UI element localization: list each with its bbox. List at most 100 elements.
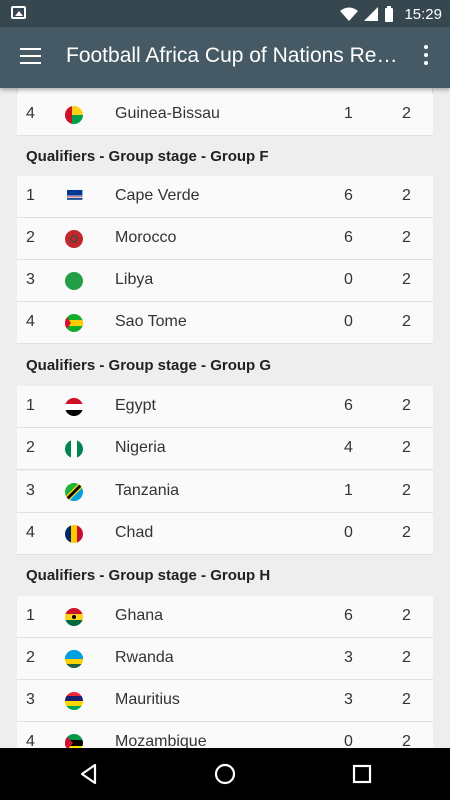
chad-flag-icon xyxy=(65,525,83,543)
battery-icon xyxy=(385,6,394,22)
status-bar: 15:29 xyxy=(0,0,450,27)
morocco-flag-icon xyxy=(65,230,83,248)
back-icon[interactable] xyxy=(75,760,103,788)
table-row[interactable]: 4 Guinea-Bissau 1 2 xyxy=(17,94,433,136)
points: 1 xyxy=(344,105,353,122)
table-row[interactable]: 4 Sao Tome 0 2 xyxy=(17,302,433,344)
recents-icon[interactable] xyxy=(348,760,376,788)
team-name: Egypt xyxy=(115,397,156,414)
team-name: Mauritius xyxy=(115,691,180,708)
team-name: Ghana xyxy=(115,607,164,624)
overflow-menu-icon[interactable] xyxy=(416,45,436,69)
tanzania-flag-icon xyxy=(65,483,83,501)
played: 2 xyxy=(402,733,411,748)
guinea-bissau-flag-icon xyxy=(65,106,83,124)
team-name: Nigeria xyxy=(115,439,166,456)
played: 2 xyxy=(402,229,411,246)
played: 2 xyxy=(402,271,411,288)
points: 3 xyxy=(344,691,353,708)
played: 2 xyxy=(402,187,411,204)
table-row[interactable]: 2 Morocco 6 2 xyxy=(17,218,433,260)
position: 4 xyxy=(26,733,35,748)
position: 1 xyxy=(26,607,35,624)
points: 3 xyxy=(344,649,353,666)
rwanda-flag-icon xyxy=(65,650,83,668)
cape-verde-flag-icon xyxy=(67,190,83,200)
points: 4 xyxy=(344,439,353,456)
team-name: Rwanda xyxy=(115,649,174,666)
played: 2 xyxy=(402,105,411,122)
table-row[interactable]: 1 Ghana 6 2 xyxy=(17,596,433,638)
position: 4 xyxy=(26,105,35,122)
position: 2 xyxy=(26,649,35,666)
group-header: Qualifiers - Group stage - Group H xyxy=(17,555,433,597)
played: 2 xyxy=(402,524,411,541)
team-name: Sao Tome xyxy=(115,313,187,330)
table-row[interactable]: 3 Libya 0 2 xyxy=(17,260,433,302)
played: 2 xyxy=(402,397,411,414)
mauritius-flag-icon xyxy=(65,692,83,710)
points: 0 xyxy=(344,733,353,748)
table-row[interactable]: 1 Cape Verde 6 2 xyxy=(17,176,433,218)
position: 1 xyxy=(26,187,35,204)
group-header: Qualifiers - Group stage - Group F xyxy=(17,136,433,178)
position: 1 xyxy=(26,397,35,414)
libya-flag-icon xyxy=(65,272,83,290)
navigation-bar xyxy=(0,748,450,800)
points: 1 xyxy=(344,482,353,499)
system-icons: 15:29 xyxy=(340,4,442,24)
position: 4 xyxy=(26,313,35,330)
position: 2 xyxy=(26,229,35,246)
table-row[interactable]: 1 Egypt 6 2 xyxy=(17,386,433,428)
team-name: Guinea-Bissau xyxy=(115,105,220,122)
position: 2 xyxy=(26,439,35,456)
played: 2 xyxy=(402,482,411,499)
position: 4 xyxy=(26,524,35,541)
group-header: Qualifiers - Group stage - Group G xyxy=(17,345,433,387)
points: 6 xyxy=(344,187,353,204)
position: 3 xyxy=(26,482,35,499)
played: 2 xyxy=(402,691,411,708)
standings-list[interactable]: 4 Guinea-Bissau 1 2 Qualifiers - Group s… xyxy=(17,88,433,748)
group-label: Qualifiers - Group stage - Group G xyxy=(26,357,272,374)
points: 6 xyxy=(344,397,353,414)
sao-tome-flag-icon xyxy=(65,314,83,332)
played: 2 xyxy=(402,607,411,624)
hamburger-menu-icon[interactable] xyxy=(20,48,41,66)
position: 3 xyxy=(26,271,35,288)
table-row[interactable]: 3 Tanzania 1 2 xyxy=(17,471,433,513)
nigeria-flag-icon xyxy=(65,440,83,458)
points: 0 xyxy=(344,313,353,330)
table-row[interactable]: 3 Mauritius 3 2 xyxy=(17,680,433,722)
group-label: Qualifiers - Group stage - Group F xyxy=(26,148,269,165)
points: 0 xyxy=(344,271,353,288)
points: 0 xyxy=(344,524,353,541)
cell-signal-icon xyxy=(364,7,379,21)
played: 2 xyxy=(402,649,411,666)
played: 2 xyxy=(402,313,411,330)
team-name: Libya xyxy=(115,271,154,288)
table-row[interactable]: 2 Nigeria 4 2 xyxy=(17,428,433,470)
page-title: Football Africa Cup of Nations Results… xyxy=(66,44,404,67)
table-row[interactable]: 2 Rwanda 3 2 xyxy=(17,638,433,680)
team-name: Chad xyxy=(115,524,154,541)
image-notification-icon xyxy=(11,6,26,19)
table-row[interactable]: 4 Mozambique 0 2 xyxy=(17,722,433,748)
team-name: Mozambique xyxy=(115,733,207,748)
points: 6 xyxy=(344,607,353,624)
home-icon[interactable] xyxy=(211,760,239,788)
position: 3 xyxy=(26,691,35,708)
team-name: Tanzania xyxy=(115,482,180,499)
mozambique-flag-icon xyxy=(65,734,83,748)
app-bar: Football Africa Cup of Nations Results… xyxy=(0,27,450,88)
points: 6 xyxy=(344,229,353,246)
table-row[interactable]: 4 Chad 0 2 xyxy=(17,513,433,555)
clock: 15:29 xyxy=(404,5,442,23)
ghana-flag-icon xyxy=(65,608,83,626)
team-name: Cape Verde xyxy=(115,187,200,204)
played: 2 xyxy=(402,439,411,456)
team-name: Morocco xyxy=(115,229,177,246)
egypt-flag-icon xyxy=(65,398,83,416)
group-label: Qualifiers - Group stage - Group H xyxy=(26,567,271,584)
wifi-icon xyxy=(340,7,359,21)
